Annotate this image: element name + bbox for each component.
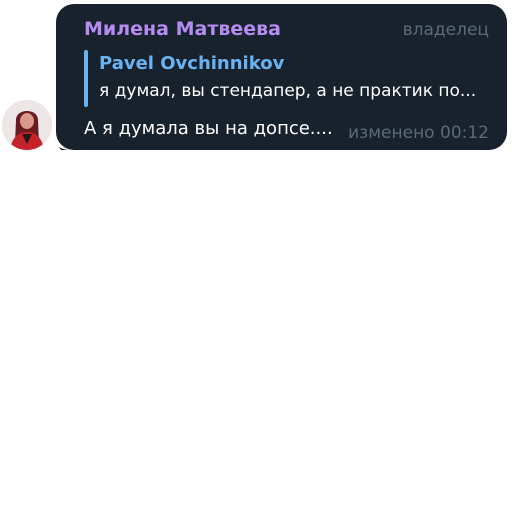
avatar-photo-icon: [2, 100, 52, 150]
reply-preview[interactable]: Pavel Ovchinnikov я думал, вы стендапер,…: [84, 50, 494, 107]
reply-author: Pavel Ovchinnikov: [99, 53, 285, 74]
message-bubble[interactable]: Милена Матвеева владелец Pavel Ovchinnik…: [56, 4, 507, 150]
message-time: 00:12: [440, 123, 489, 143]
sender-role-badge: владелец: [402, 20, 489, 40]
edited-label: изменено: [348, 123, 435, 143]
message-meta: изменено 00:12: [348, 123, 489, 143]
message-text: А я думала вы на допсе....: [84, 118, 333, 139]
chat-canvas: Милена Матвеева владелец Pavel Ovchinnik…: [0, 0, 512, 512]
reply-accent-bar: [84, 50, 88, 107]
sender-name[interactable]: Милена Матвеева: [84, 18, 281, 40]
sender-avatar[interactable]: [2, 100, 52, 150]
reply-text: я думал, вы стендапер, а не практик по..…: [99, 81, 477, 101]
